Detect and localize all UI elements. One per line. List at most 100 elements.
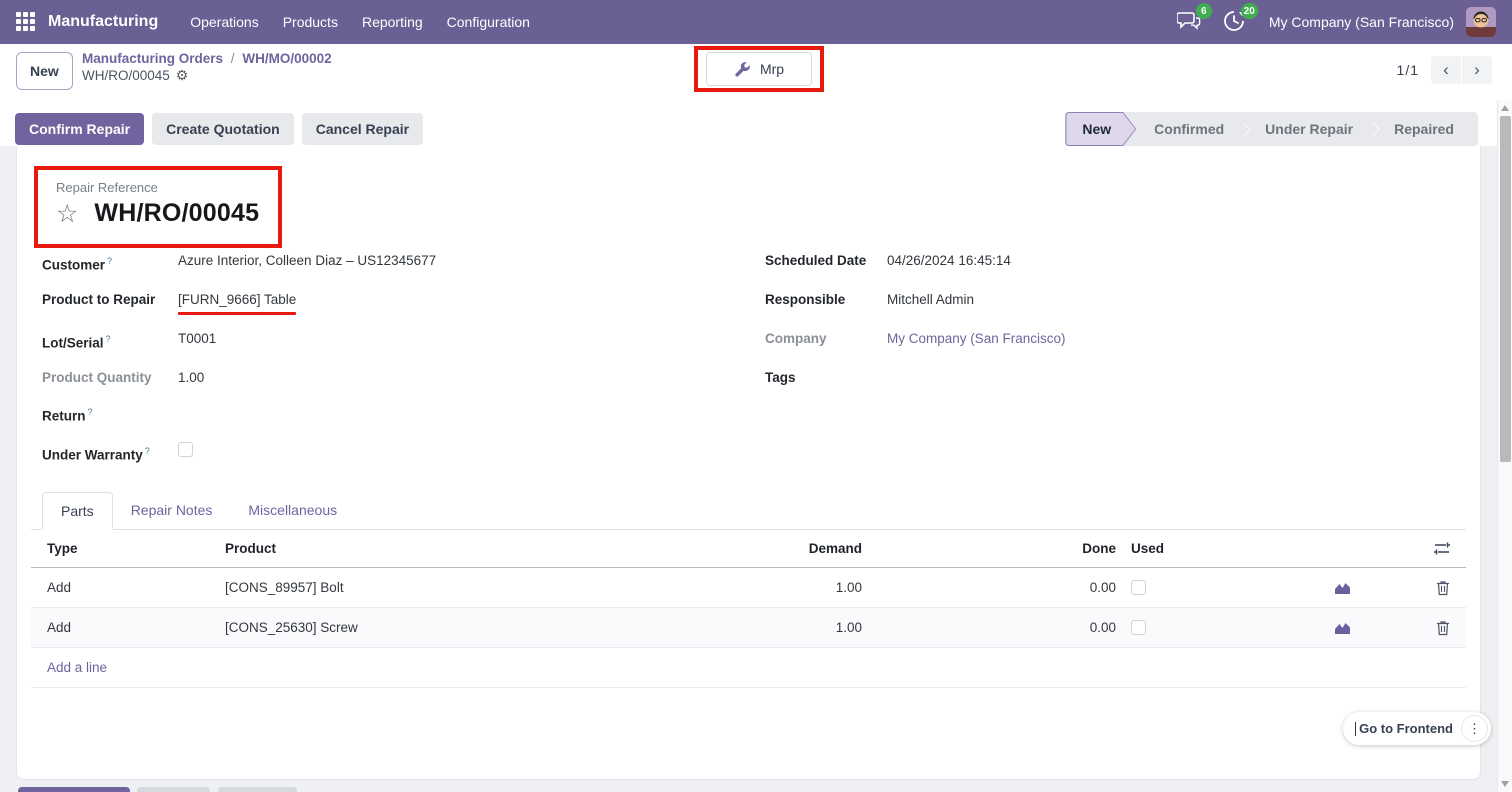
chevron-left-icon[interactable]: ‹ <box>1431 56 1461 84</box>
activities-button-stub[interactable] <box>218 787 297 792</box>
confirm-repair-button[interactable]: Confirm Repair <box>15 113 144 145</box>
avatar[interactable] <box>1466 7 1496 37</box>
table-row[interactable]: Add [CONS_89957] Bolt 1.00 0.00 <box>31 568 1466 608</box>
messages-icon[interactable]: 6 <box>1177 10 1203 34</box>
forecast-chart-icon[interactable] <box>1327 580 1357 595</box>
field-lot-serial: Lot/Serial? T0001 <box>42 330 702 369</box>
row-done[interactable]: 0.00 <box>862 580 1116 595</box>
status-step-new[interactable]: New <box>1065 112 1136 146</box>
product-to-repair-value[interactable]: [FURN_9666] Table <box>178 291 296 309</box>
field-responsible: Responsible Mitchell Admin <box>765 291 1425 330</box>
tab-repair-notes[interactable]: Repair Notes <box>113 492 231 529</box>
wrench-icon <box>734 61 751 78</box>
optional-columns-icon[interactable] <box>1420 541 1450 556</box>
product-to-repair-label: Product to Repair <box>42 292 155 307</box>
col-used[interactable]: Used <box>1116 541 1186 556</box>
app-name[interactable]: Manufacturing <box>48 13 158 31</box>
product-quantity-value: 1.00 <box>178 369 204 387</box>
mrp-annotation-box: Mrp <box>694 46 824 92</box>
trash-icon[interactable] <box>1420 580 1450 596</box>
row-demand[interactable]: 1.00 <box>702 580 862 595</box>
repair-reference-annotation-box: Repair Reference ☆ WH/RO/00045 <box>34 166 282 248</box>
field-scheduled-date: Scheduled Date 04/26/2024 16:45:14 <box>765 252 1425 291</box>
field-customer: Customer? Azure Interior, Colleen Diaz –… <box>42 252 702 291</box>
mrp-button-label: Mrp <box>760 61 784 77</box>
customer-value[interactable]: Azure Interior, Colleen Diaz – US1234567… <box>178 252 436 270</box>
nav-menu-operations[interactable]: Operations <box>178 0 270 44</box>
scheduled-date-label: Scheduled Date <box>765 253 866 268</box>
responsible-value[interactable]: Mitchell Admin <box>887 291 974 309</box>
col-demand[interactable]: Demand <box>702 541 862 556</box>
breadcrumb-parent[interactable]: Manufacturing Orders <box>82 51 223 66</box>
mrp-button[interactable]: Mrp <box>706 52 812 86</box>
status-step-under-repair[interactable]: Under Repair <box>1247 112 1371 146</box>
cancel-repair-button[interactable]: Cancel Repair <box>302 113 423 145</box>
log-note-button-stub[interactable] <box>137 787 210 792</box>
go-to-frontend-button[interactable]: Go to Frontend <box>1359 721 1453 736</box>
breadcrumb-current: WH/RO/00045 <box>82 67 170 84</box>
forecast-chart-icon[interactable] <box>1327 620 1357 635</box>
responsible-label: Responsible <box>765 292 845 307</box>
apps-grid-icon[interactable] <box>16 12 36 32</box>
form-sheet: Repair Reference ☆ WH/RO/00045 Customer?… <box>16 146 1481 780</box>
gear-icon[interactable]: ⚙ <box>176 67 189 84</box>
breadcrumb-record[interactable]: WH/MO/00002 <box>242 51 331 66</box>
status-step-confirmed[interactable]: Confirmed <box>1136 112 1242 146</box>
col-type[interactable]: Type <box>47 541 225 556</box>
send-message-button-stub[interactable] <box>18 787 130 792</box>
used-checkbox[interactable] <box>1131 620 1146 635</box>
used-checkbox[interactable] <box>1131 580 1146 595</box>
help-icon[interactable]: ? <box>107 256 112 266</box>
company-value[interactable]: My Company (San Francisco) <box>887 330 1066 348</box>
product-quantity-label: Product Quantity <box>42 370 152 385</box>
under-warranty-checkbox[interactable] <box>178 442 193 457</box>
row-product[interactable]: [CONS_25630] Screw <box>225 620 702 635</box>
field-return: Return? <box>42 403 702 442</box>
status-step-repaired[interactable]: Repaired <box>1376 112 1472 146</box>
company-switcher[interactable]: My Company (San Francisco) <box>1269 14 1454 30</box>
add-a-line-link[interactable]: Add a line <box>47 660 107 675</box>
star-icon[interactable]: ☆ <box>56 201 78 227</box>
vertical-scrollbar[interactable] <box>1497 100 1512 792</box>
chevron-right-icon[interactable]: › <box>1462 56 1492 84</box>
pager: 1/1 ‹ › <box>1397 56 1492 84</box>
activities-badge: 20 <box>1241 3 1258 19</box>
row-product[interactable]: [CONS_89957] Bolt <box>225 580 702 595</box>
create-quotation-button[interactable]: Create Quotation <box>152 113 294 145</box>
nav-menu-products[interactable]: Products <box>271 0 350 44</box>
row-type[interactable]: Add <box>47 620 225 635</box>
tab-parts[interactable]: Parts <box>42 492 113 530</box>
under-warranty-label: Under Warranty <box>42 448 143 463</box>
left-fields: Customer? Azure Interior, Colleen Diaz –… <box>42 252 702 481</box>
help-icon[interactable]: ? <box>106 334 111 344</box>
nav-menu-reporting[interactable]: Reporting <box>350 0 435 44</box>
breadcrumb-separator: / <box>227 51 239 66</box>
new-button[interactable]: New <box>16 52 73 90</box>
field-tags: Tags <box>765 369 1425 408</box>
go-to-frontend-container: Go to Frontend ⋮ <box>1343 712 1491 745</box>
red-underline-annotation <box>178 312 296 315</box>
pager-value: 1/1 <box>1397 62 1419 78</box>
parts-table-header: Type Product Demand Done Used <box>31 530 1466 568</box>
col-done[interactable]: Done <box>862 541 1116 556</box>
help-icon[interactable]: ? <box>145 446 150 456</box>
scheduled-date-value[interactable]: 04/26/2024 16:45:14 <box>887 252 1011 270</box>
lot-serial-value[interactable]: T0001 <box>178 330 216 348</box>
nav-menu-configuration[interactable]: Configuration <box>435 0 542 44</box>
scroll-down-icon[interactable] <box>1501 781 1509 787</box>
activities-icon[interactable]: 20 <box>1223 10 1249 34</box>
trash-icon[interactable] <box>1420 620 1450 636</box>
help-icon[interactable]: ? <box>88 407 93 417</box>
tab-miscellaneous[interactable]: Miscellaneous <box>230 492 355 529</box>
scroll-up-icon[interactable] <box>1501 105 1509 111</box>
row-type[interactable]: Add <box>47 580 225 595</box>
row-demand[interactable]: 1.00 <box>702 620 862 635</box>
notebook-tabs: Parts Repair Notes Miscellaneous <box>31 492 1466 530</box>
scrollbar-thumb[interactable] <box>1500 116 1511 462</box>
row-done[interactable]: 0.00 <box>862 620 1116 635</box>
kebab-menu-icon[interactable]: ⋮ <box>1461 715 1488 742</box>
field-under-warranty: Under Warranty? <box>42 442 702 481</box>
repair-reference-value[interactable]: WH/RO/00045 <box>94 199 259 228</box>
col-product[interactable]: Product <box>225 541 702 556</box>
table-row[interactable]: Add [CONS_25630] Screw 1.00 0.00 <box>31 608 1466 648</box>
